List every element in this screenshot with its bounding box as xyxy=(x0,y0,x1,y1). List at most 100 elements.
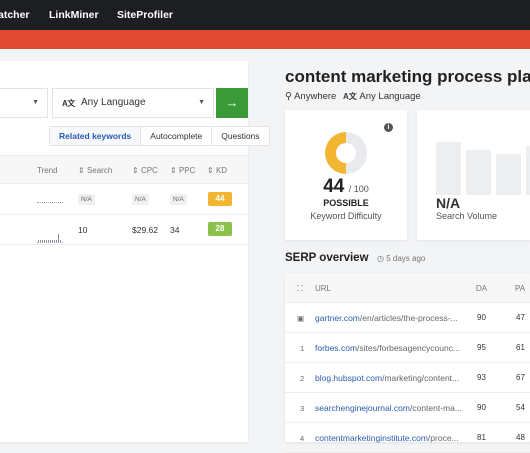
serp-url[interactable]: searchenginejournal.com/content-ma... xyxy=(315,403,467,413)
serp-url[interactable]: blog.hubspot.com/marketing/content... xyxy=(315,373,467,383)
serp-da: 81 xyxy=(477,433,486,442)
search-volume-cell: 10 xyxy=(78,225,88,235)
nav-link-linkminer[interactable]: LinkMiner xyxy=(49,9,99,21)
location-select[interactable]: ▼ xyxy=(0,88,48,118)
serp-row[interactable]: 2 blog.hubspot.com/marketing/content... … xyxy=(285,363,530,393)
sparkline-bar xyxy=(38,240,39,242)
serp-domain: searchenginejournal.com xyxy=(315,403,410,413)
header-search[interactable]: ⇕ Search xyxy=(78,166,112,175)
serp-pa: 67 xyxy=(516,373,525,382)
search-go-button[interactable]: → xyxy=(216,88,248,118)
table-row[interactable]: N/A N/A N/A 44 xyxy=(0,185,248,215)
header-cpc[interactable]: ⇕ CPC xyxy=(132,166,158,175)
info-icon[interactable]: i xyxy=(384,123,393,132)
location-value: Anywhere xyxy=(294,91,337,102)
header-da: DA xyxy=(476,284,488,293)
serp-path: /en/articles/the-process-... xyxy=(359,313,458,323)
difficulty-value: 44 xyxy=(323,176,345,197)
sparkline-bar xyxy=(44,240,45,242)
language-meta: A文 Any Language xyxy=(343,91,421,102)
serp-table-header: ⛶ URL DA PA xyxy=(285,273,530,303)
header-search-label: Search xyxy=(86,166,113,175)
language-select[interactable]: A文 Any Language ▼ xyxy=(52,88,214,118)
top-navbar: atcher LinkMiner SiteProfiler xyxy=(0,0,530,30)
volume-bar xyxy=(496,154,521,195)
sparkline-bar xyxy=(50,240,51,242)
header-url: URL xyxy=(315,284,332,293)
tab-related-keywords[interactable]: Related keywords xyxy=(50,127,141,145)
serp-row[interactable]: 4 contentmarketinginstitute.com/proce...… xyxy=(285,423,530,453)
serp-domain: gartner.com xyxy=(315,313,360,323)
cpc-cell: $29.62 xyxy=(132,225,158,235)
difficulty-label: Keyword Difficulty xyxy=(310,211,382,221)
keyword-table-header: Trend ⇕ Search ⇕ CPC ⇕ PPC ⇕ KD xyxy=(0,155,248,184)
cpc-cell: N/A xyxy=(132,194,149,205)
serp-overview-title: SERP overview xyxy=(285,252,369,264)
serp-time-value: 5 days ago xyxy=(386,254,426,263)
serp-row[interactable]: 1 forbes.com/sites/forbesagencycounc... … xyxy=(285,333,530,363)
sparkline-bar xyxy=(48,240,49,242)
difficulty-level: POSSIBLE xyxy=(323,198,369,208)
serp-da: 90 xyxy=(477,313,486,322)
serp-timestamp: ◷ 5 days ago xyxy=(377,254,425,263)
volume-bar xyxy=(466,150,491,195)
serp-path: /content-ma... xyxy=(409,403,462,413)
nav-link-siteprofiler[interactable]: SiteProfiler xyxy=(117,9,173,21)
serp-pa: 48 xyxy=(516,433,525,442)
sparkline-bar xyxy=(56,240,57,242)
header-cpc-label: CPC xyxy=(140,166,158,175)
serp-table: ⛶ URL DA PA ▣ gartner.com/en/articles/th… xyxy=(285,273,530,453)
serp-pa: 61 xyxy=(516,343,525,352)
keyword-tabs: Related keywords Autocomplete Questions xyxy=(49,126,270,146)
language-icon: A文 xyxy=(62,99,75,108)
language-value: Any Language xyxy=(359,91,421,102)
accent-bar xyxy=(0,30,530,49)
serp-rank: 3 xyxy=(300,404,305,413)
expand-icon[interactable]: ⛶ xyxy=(297,284,303,294)
ppc-cell: N/A xyxy=(170,194,187,205)
difficulty-donut-chart xyxy=(325,132,367,174)
header-trend[interactable]: Trend xyxy=(37,166,58,175)
tab-autocomplete[interactable]: Autocomplete xyxy=(140,127,211,145)
sparkline-bar xyxy=(42,240,43,242)
search-volume-card: N/A Search Volume xyxy=(417,110,530,240)
serp-path: /sites/forbesagencycounc... xyxy=(357,343,461,353)
difficulty-score: 44 / 100 xyxy=(285,176,407,198)
table-row[interactable]: 10 $29.62 34 28 xyxy=(0,215,248,245)
nav-link-rankwatcher[interactable]: atcher xyxy=(0,9,30,21)
chevron-down-icon: ▼ xyxy=(32,99,39,106)
serp-row[interactable]: ▣ gartner.com/en/articles/the-process-..… xyxy=(285,303,530,333)
keyword-difficulty-card: i 44 / 100 POSSIBLE Keyword Difficulty xyxy=(285,110,407,240)
search-volume-value: N/A xyxy=(436,195,461,211)
serp-domain: blog.hubspot.com xyxy=(315,373,383,383)
sparkline-bar xyxy=(54,240,55,242)
serp-path: /marketing/content... xyxy=(382,373,460,383)
volume-bar xyxy=(526,146,530,195)
serp-da: 90 xyxy=(477,403,486,412)
header-pa: PA xyxy=(515,284,526,293)
featured-snippet-icon: ▣ xyxy=(297,314,305,323)
sparkline-bar xyxy=(40,240,41,242)
header-ppc[interactable]: ⇕ PPC xyxy=(170,166,195,175)
volume-bar xyxy=(436,142,461,195)
location-meta: ⚲ Anywhere xyxy=(285,91,336,102)
trend-sparkline xyxy=(37,233,63,243)
serp-pa: 47 xyxy=(516,313,525,322)
keyword-title: content marketing process plan xyxy=(285,67,530,86)
ppc-cell: 34 xyxy=(170,225,180,235)
serp-pa: 54 xyxy=(516,403,525,412)
sparkline-bar xyxy=(58,234,59,242)
kd-badge: 44 xyxy=(208,192,232,206)
serp-rank: 2 xyxy=(300,374,305,383)
search-volume-label: Search Volume xyxy=(436,211,498,221)
serp-da: 93 xyxy=(477,373,486,382)
tab-questions[interactable]: Questions xyxy=(211,127,268,145)
header-ppc-label: PPC xyxy=(178,166,196,175)
serp-row[interactable]: 3 searchenginejournal.com/content-ma... … xyxy=(285,393,530,423)
sparkline-bar xyxy=(52,240,53,242)
serp-url[interactable]: gartner.com/en/articles/the-process-... xyxy=(315,313,467,323)
trend-sparkline xyxy=(37,193,63,203)
serp-url[interactable]: forbes.com/sites/forbesagencycounc... xyxy=(315,343,467,353)
chevron-down-icon: ▼ xyxy=(198,99,205,106)
header-kd[interactable]: ⇕ KD xyxy=(207,166,227,175)
